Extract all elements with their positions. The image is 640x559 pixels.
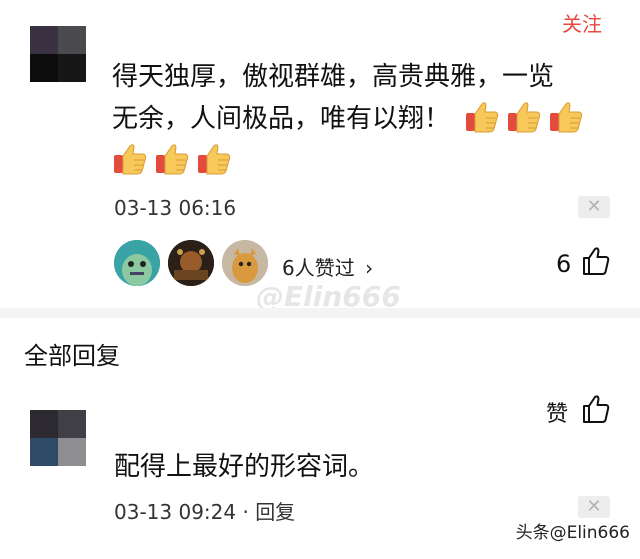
source-watermark: 头条@Elin666 <box>515 523 630 543</box>
comment-text-line2: 无余，人间极品，唯有以翔！ <box>112 104 451 134</box>
thumbs-up-emoji-icon <box>114 144 147 175</box>
thumbs-row-1 <box>464 99 590 141</box>
thumbs-up-outline-icon[interactable] <box>582 246 610 276</box>
reply-like-label[interactable]: 赞 <box>546 396 568 428</box>
thumbs-up-emoji-icon <box>156 144 189 175</box>
replies-section-title: 全部回复 <box>24 342 120 370</box>
reply-meta: 03-13 09:24 · 回复 <box>114 496 295 525</box>
section-divider <box>0 308 640 318</box>
reply-timestamp: 03-13 09:24 <box>114 500 237 524</box>
follow-button[interactable]: 关注 <box>562 8 602 37</box>
liker-avatar-image <box>168 240 214 286</box>
comment-text-line1: 得天独厚，傲视群雄，高贵典雅，一览 <box>112 62 555 92</box>
thumbs-up-emoji-icon <box>508 101 541 132</box>
comment-text: 得天独厚，傲视群雄，高贵典雅，一览 无余，人间极品，唯有以翔！ <box>112 56 612 183</box>
thumbs-up-outline-icon[interactable] <box>582 394 610 424</box>
liker-avatar[interactable] <box>168 240 214 286</box>
thumbs-up-emoji-icon <box>466 101 499 132</box>
reply-button[interactable]: 回复 <box>255 500 295 524</box>
liker-avatar[interactable] <box>114 240 160 286</box>
close-icon[interactable]: ✕ <box>578 196 610 218</box>
thumbs-up-emoji-icon <box>550 101 583 132</box>
commenter-avatar[interactable] <box>30 26 86 82</box>
reply-meta-separator: · <box>242 500 249 524</box>
like-count: 6 <box>556 250 572 278</box>
reply-avatar[interactable] <box>30 410 86 466</box>
likers-summary[interactable]: 6人赞过 › <box>282 252 373 281</box>
likers-count-text: 6人赞过 <box>282 256 355 280</box>
comment-timestamp: 03-13 06:16 <box>114 196 237 220</box>
thumbs-row-2 <box>112 141 238 183</box>
liker-avatar-image <box>114 240 160 286</box>
close-icon[interactable]: ✕ <box>578 496 610 518</box>
reply-text: 配得上最好的形容词。 <box>114 452 375 482</box>
chevron-right-icon: › <box>365 256 374 280</box>
thumbs-up-emoji-icon <box>198 144 231 175</box>
